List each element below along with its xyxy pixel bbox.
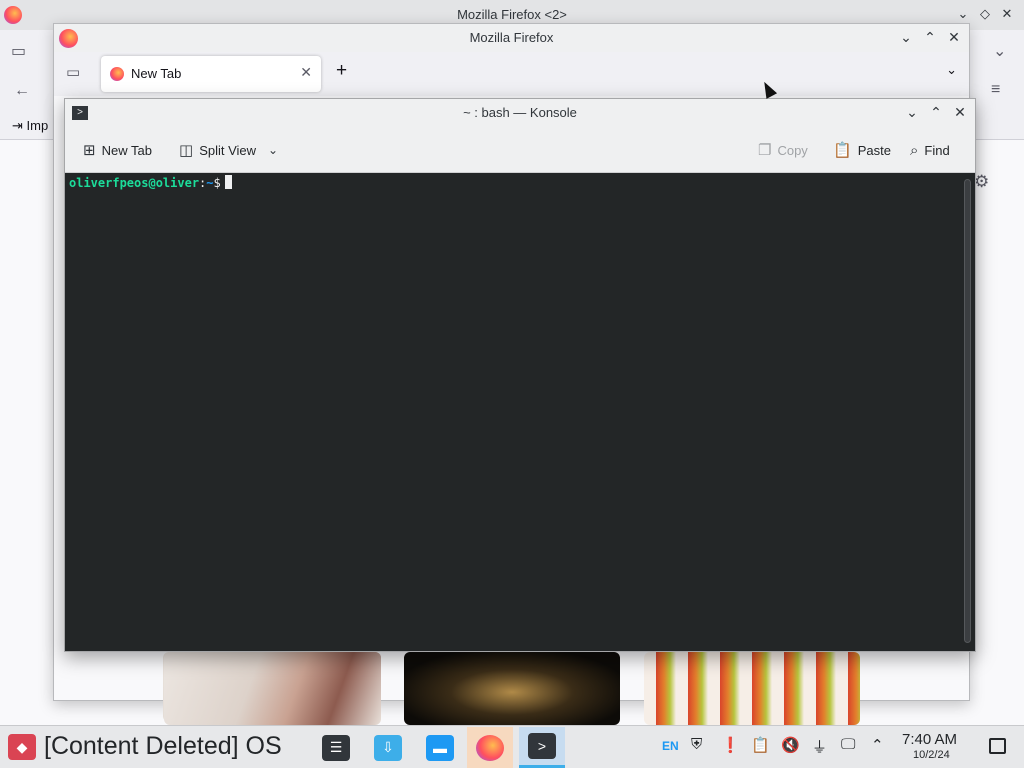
konsole-toolbar: ⊞ New Tab ◫ Split View ⌄ ❐ Copy 📋 Paste … bbox=[65, 127, 975, 173]
new-tab-button[interactable]: ⊞ New Tab bbox=[83, 140, 152, 160]
system-settings-icon: ☰ bbox=[322, 734, 350, 761]
konsole-window-controls: ⌄ ⌃ ✕ bbox=[903, 104, 969, 121]
application-launcher-label[interactable]: [Content Deleted] OS bbox=[44, 732, 282, 761]
firefox-window-controls: ⌄ ⌃ ✕ bbox=[897, 29, 963, 46]
firefox-tab-favicon-icon bbox=[110, 67, 124, 81]
terminal-scrollbar[interactable] bbox=[964, 179, 971, 643]
split-view-icon: ◫ bbox=[179, 142, 194, 159]
application-launcher-icon[interactable]: ◆ bbox=[8, 734, 36, 760]
clipboard-alert-icon[interactable]: ❗ bbox=[721, 736, 740, 754]
import-icon: ⇥ bbox=[12, 118, 23, 133]
network-icon[interactable]: 🖵 bbox=[841, 736, 855, 753]
folder-icon: ▬ bbox=[426, 734, 454, 761]
list-all-tabs-icon[interactable]: ▭ bbox=[66, 63, 80, 81]
new-tab-plus-icon[interactable]: + bbox=[336, 60, 347, 82]
copy-button[interactable]: ❐ Copy bbox=[758, 140, 808, 160]
terminal-area[interactable]: oliverfpeos@oliver:~$ bbox=[65, 173, 975, 651]
firefox-icon bbox=[476, 734, 504, 761]
copy-icon: ❐ bbox=[758, 142, 772, 159]
firefox-background-window-controls: ⌄ ◇ ✕ bbox=[956, 6, 1014, 22]
terminal-cursor bbox=[224, 175, 232, 189]
tab-list-chevron-icon[interactable]: ⌄ bbox=[946, 62, 957, 78]
prompt-dollar: $ bbox=[213, 176, 221, 190]
task-system-settings[interactable]: ☰ bbox=[313, 727, 359, 768]
firefox-titlebar[interactable]: Mozilla Firefox bbox=[54, 24, 969, 52]
wallpaper-thumbnail-portrait[interactable] bbox=[164, 652, 381, 725]
paste-button[interactable]: 📋 Paste bbox=[833, 140, 891, 160]
list-all-tabs-icon[interactable]: ▭ bbox=[11, 41, 26, 61]
show-desktop-icon[interactable] bbox=[989, 738, 1006, 754]
copy-label: Copy bbox=[777, 142, 808, 158]
prompt-user-host: oliverfpeos@oliver bbox=[69, 176, 200, 190]
import-bookmarks-button[interactable]: ⇥ Imp bbox=[12, 118, 48, 134]
terminal-app-icon: > bbox=[72, 106, 88, 120]
minimize-icon[interactable]: ⌄ bbox=[897, 29, 915, 46]
settings-gear-icon[interactable]: ⚙ bbox=[974, 172, 989, 192]
firefox-logo-icon bbox=[59, 29, 78, 48]
paste-label: Paste bbox=[857, 142, 891, 158]
expand-tray-icon[interactable]: ⌃ bbox=[871, 736, 884, 754]
konsole-window-title: ~ : bash — Konsole bbox=[463, 105, 577, 120]
wallpaper-thumbnail-jet[interactable] bbox=[404, 652, 620, 725]
paste-icon: 📋 bbox=[833, 142, 852, 159]
prompt-line: oliverfpeos@oliver:~$ bbox=[69, 175, 971, 190]
prompt-path: ~ bbox=[206, 176, 214, 190]
shield-icon[interactable]: ⛨ bbox=[691, 736, 702, 753]
tab-new-tab[interactable]: New Tab ✕ bbox=[101, 56, 321, 92]
tab-close-icon[interactable]: ✕ bbox=[300, 64, 312, 81]
konsole-titlebar[interactable]: ~ : bash — Konsole bbox=[65, 99, 975, 127]
task-firefox[interactable] bbox=[467, 727, 513, 768]
maximize-icon[interactable]: ⌃ bbox=[921, 29, 939, 46]
konsole-window: ~ : bash — Konsole > ⌄ ⌃ ✕ ⊞ New Tab ◫ S… bbox=[64, 98, 976, 652]
import-bookmarks-label: Imp bbox=[26, 118, 49, 133]
maximize-icon[interactable]: ⌃ bbox=[927, 104, 945, 121]
minimize-icon[interactable]: ⌄ bbox=[903, 104, 921, 121]
konsole-icon: > bbox=[528, 733, 556, 759]
minimize-icon[interactable]: ⌄ bbox=[956, 6, 970, 22]
usb-icon[interactable]: ⏚ bbox=[812, 736, 827, 757]
task-konsole[interactable]: > bbox=[519, 727, 565, 768]
back-arrow-icon[interactable]: ← bbox=[14, 82, 30, 100]
close-icon[interactable]: ✕ bbox=[1000, 6, 1014, 22]
new-tab-icon: ⊞ bbox=[83, 142, 96, 159]
keep-above-icon[interactable]: ◇ bbox=[978, 6, 992, 22]
firefox-tab-bar: ▭ New Tab ✕ + ⌄ bbox=[54, 52, 969, 96]
close-icon[interactable]: ✕ bbox=[951, 104, 969, 121]
taskbar: ◆ [Content Deleted] OS ☰ ⇩ ▬ > EN ⛨ ❗ 📋 … bbox=[0, 725, 1024, 768]
firefox-logo-icon bbox=[4, 6, 22, 24]
find-button[interactable]: ⌕ Find bbox=[910, 140, 950, 160]
keyboard-layout-indicator[interactable]: EN bbox=[662, 739, 679, 753]
tab-label: New Tab bbox=[131, 66, 182, 81]
volume-muted-icon[interactable]: 🔇 bbox=[781, 736, 800, 754]
hamburger-menu-icon[interactable]: ≡ bbox=[991, 81, 1000, 99]
new-tab-label: New Tab bbox=[101, 142, 152, 158]
clock-time[interactable]: 7:40 AM bbox=[902, 731, 957, 748]
firefox-window-title: Mozilla Firefox bbox=[469, 30, 554, 45]
clock-date[interactable]: 10/2/24 bbox=[913, 749, 950, 761]
chevron-down-icon[interactable]: ⌄ bbox=[993, 41, 1006, 61]
task-dolphin-files[interactable]: ▬ bbox=[417, 727, 463, 768]
firefox-background-title: Mozilla Firefox <2> bbox=[457, 7, 567, 22]
wallpaper-thumbnail-peppers[interactable] bbox=[644, 652, 860, 725]
close-icon[interactable]: ✕ bbox=[945, 29, 963, 46]
split-view-label: Split View bbox=[199, 142, 257, 158]
chevron-down-icon[interactable]: ⌄ bbox=[268, 143, 278, 157]
task-discover[interactable]: ⇩ bbox=[365, 727, 411, 768]
discover-icon: ⇩ bbox=[374, 734, 402, 761]
clipboard-icon[interactable]: 📋 bbox=[751, 736, 770, 754]
split-view-button[interactable]: ◫ Split View ⌄ bbox=[179, 140, 278, 160]
search-icon: ⌕ bbox=[910, 141, 919, 159]
find-label: Find bbox=[924, 142, 950, 158]
